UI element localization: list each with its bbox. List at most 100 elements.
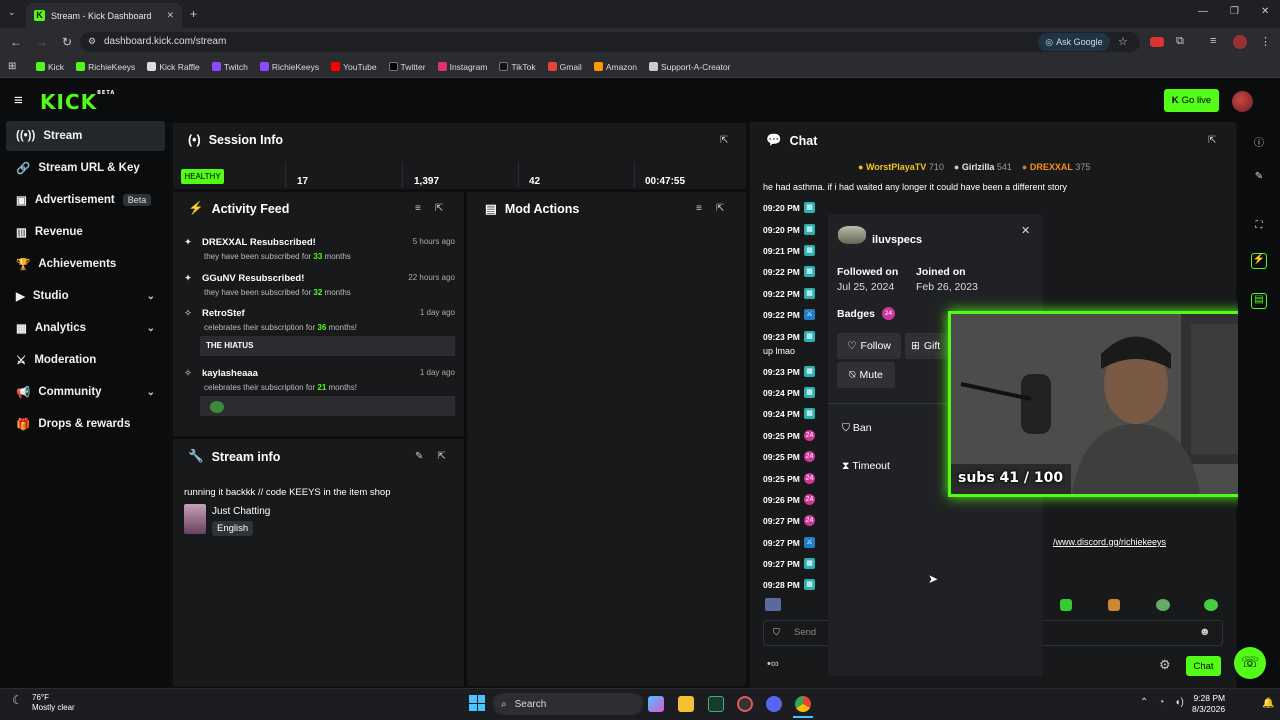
bookmark-star-icon[interactable]: ☆ (1118, 35, 1128, 48)
forward-icon[interactable]: → (36, 35, 48, 49)
timeout-button[interactable]: ⧗ Timeout (842, 460, 890, 473)
url-field[interactable]: dashboard.kick.com/stream (80, 32, 1140, 52)
copilot-icon[interactable] (648, 696, 664, 712)
activity-name: GGuNV Resubscribed! (201, 273, 305, 284)
follow-button[interactable]: ♡ Follow (837, 333, 901, 359)
hamburger-menu-icon[interactable]: ≡ (14, 92, 23, 109)
media-controls-icon[interactable]: ≡ (1210, 35, 1216, 47)
tab-list-icon[interactable]: ⌄ (8, 7, 16, 18)
file-explorer-icon[interactable] (678, 696, 694, 712)
sidebar-item-community[interactable]: 📢 Community ⌄ (6, 377, 165, 407)
kick-icon (76, 62, 86, 71)
mute-button[interactable]: ⍉ Mute (837, 362, 895, 388)
maximize-icon[interactable]: ❐ (1230, 6, 1239, 17)
leader-item[interactable]: ● Girlzilla 541 (954, 162, 1012, 172)
bookmark-twitch[interactable]: Twitch (211, 62, 248, 72)
bookmark-kick[interactable]: Kick (36, 62, 64, 72)
clipboard-icon[interactable]: ▤ (1251, 293, 1267, 309)
sidebar-item-moderation[interactable]: ⚔ Moderation (6, 345, 165, 375)
activity-item: ✧ RetroStef celebrates their subscription… (184, 308, 459, 332)
bookmark-kick-raffle[interactable]: Kick Raffle (147, 62, 200, 72)
pop-out-icon[interactable]: ⇱ (437, 451, 445, 462)
chat-send-button[interactable]: Chat (1186, 656, 1221, 676)
settings-gear-icon[interactable]: ⚙ (1159, 657, 1171, 673)
bookmark-tiktok[interactable]: TikTok (499, 62, 536, 72)
tray-chevron-icon[interactable]: ⌃ (1140, 697, 1148, 708)
pencil-icon[interactable]: ✎ (1251, 171, 1267, 187)
bookmark-support-a-creator[interactable]: Support-A-Creator (649, 62, 730, 72)
sidebar-item-label: Community (38, 386, 102, 398)
ban-button[interactable]: ⛉ Ban (842, 422, 872, 435)
sidebar-item-analytics[interactable]: ▦ Analytics ⌄ (6, 313, 165, 343)
discord-link[interactable]: /www.discord.gg/richiekeeys (1053, 537, 1166, 547)
bookmark-richiekeeys-twitch[interactable]: RichieKeeys (259, 62, 319, 72)
close-icon[interactable]: ✕ (1021, 224, 1030, 237)
back-icon[interactable]: ← (10, 35, 22, 49)
bookmark-richiekeeys[interactable]: RichieKeeys (76, 62, 135, 72)
go-live-button[interactable]: K Go live (1164, 89, 1219, 112)
chat-timestamp: 09:20 PM (763, 203, 800, 213)
ask-google-button[interactable]: ◎ Ask Google (1038, 33, 1110, 51)
bookmark-gmail[interactable]: Gmail (547, 62, 582, 72)
bookmark-youtube[interactable]: YouTube (331, 62, 377, 72)
xbox-icon[interactable] (708, 696, 724, 712)
stream-health-badge: HEALTHY (181, 169, 224, 184)
browser-menu-icon[interactable]: ⋮ (1260, 35, 1271, 48)
sidebar-item-stream[interactable]: ((•)) Stream (6, 121, 165, 151)
sidebar-item-stream-url-key[interactable]: 🔗 Stream URL & Key (6, 153, 165, 183)
filter-icon[interactable]: ≡ (415, 203, 421, 214)
volume-icon[interactable]: ◖) (1174, 697, 1183, 708)
site-info-icon[interactable]: ⚙ (88, 36, 96, 47)
discord-icon[interactable] (766, 696, 782, 712)
edit-icon[interactable]: ✎ (415, 451, 423, 462)
info-icon[interactable]: ⓘ (1251, 134, 1267, 150)
obs-icon[interactable] (737, 696, 753, 712)
pop-out-icon[interactable]: ⇱ (716, 203, 724, 214)
extension-red-icon[interactable] (1150, 37, 1164, 47)
new-tab-icon[interactable]: + (190, 7, 197, 21)
sidebar-item-drops-rewards[interactable]: 🎁 Drops & rewards (6, 409, 165, 439)
leader-item[interactable]: ● WorstPlayaTV 710 (858, 162, 944, 172)
reload-icon[interactable]: ↻ (62, 35, 72, 49)
leader-item[interactable]: ● DREXXAL 375 (1022, 162, 1091, 172)
pop-out-icon[interactable]: ⇱ (435, 203, 443, 214)
page-icon (649, 62, 659, 71)
extensions-icon[interactable]: ⧉ (1176, 35, 1184, 48)
support-chat-icon[interactable]: ☏ (1234, 647, 1266, 679)
chat-settings-dots-icon[interactable]: •∞ (767, 658, 779, 670)
pop-out-icon[interactable]: ⇱ (1208, 135, 1216, 146)
taskbar-clock[interactable]: 9:28 PM 8/3/2026 (1192, 693, 1225, 715)
apps-grid-icon[interactable]: ⊞ (8, 61, 16, 72)
camera-icon: ▶ (16, 291, 25, 303)
chrome-icon[interactable] (795, 696, 811, 712)
chevron-down-icon: ⌄ (146, 322, 155, 334)
mute-label: Mute (859, 369, 883, 381)
window-close-icon[interactable]: ✕ (1261, 6, 1269, 17)
sidebar-item-advertisement[interactable]: ▣ Advertisement Beta (6, 185, 165, 215)
wifi-icon[interactable]: ◔ (1158, 697, 1164, 708)
taskbar-search[interactable]: ⌕ Search (493, 693, 643, 715)
windows-start-icon[interactable] (469, 695, 485, 711)
bookmark-twitter[interactable]: Twitter (388, 62, 426, 72)
lightning-icon[interactable]: ⚡ (1251, 253, 1267, 269)
sidebar-item-achievements[interactable]: 🏆 Achievements (6, 249, 165, 279)
bookmark-amazon[interactable]: Amazon (593, 62, 637, 72)
user-card-avatar (838, 226, 866, 244)
start-tile (469, 695, 477, 703)
sidebar-item-revenue[interactable]: ▥ Revenue (6, 217, 165, 247)
pop-out-icon[interactable]: ⇱ (720, 135, 728, 146)
browser-tab[interactable]: K Stream - Kick Dashboard ✕ (26, 3, 182, 28)
fullscreen-icon[interactable]: ⛶ (1251, 220, 1267, 236)
user-avatar[interactable] (1232, 91, 1253, 112)
minimize-icon[interactable]: — (1198, 6, 1208, 17)
bookmark-instagram[interactable]: Instagram (437, 62, 487, 72)
notification-bell-icon[interactable]: 🔔 (1262, 698, 1274, 709)
sidebar-item-studio[interactable]: ▶ Studio ⌄ (6, 281, 165, 311)
activity-detail-text: months (322, 288, 351, 297)
tab-close-icon[interactable]: ✕ (166, 10, 174, 21)
gift-button[interactable]: ⊞ Gift (905, 333, 949, 359)
profile-avatar-icon[interactable] (1233, 35, 1247, 49)
emoji-icon[interactable]: ☻ (1199, 626, 1211, 638)
kick-logo[interactable]: KICKBETA (40, 90, 115, 114)
filter-icon[interactable]: ≡ (696, 203, 702, 214)
